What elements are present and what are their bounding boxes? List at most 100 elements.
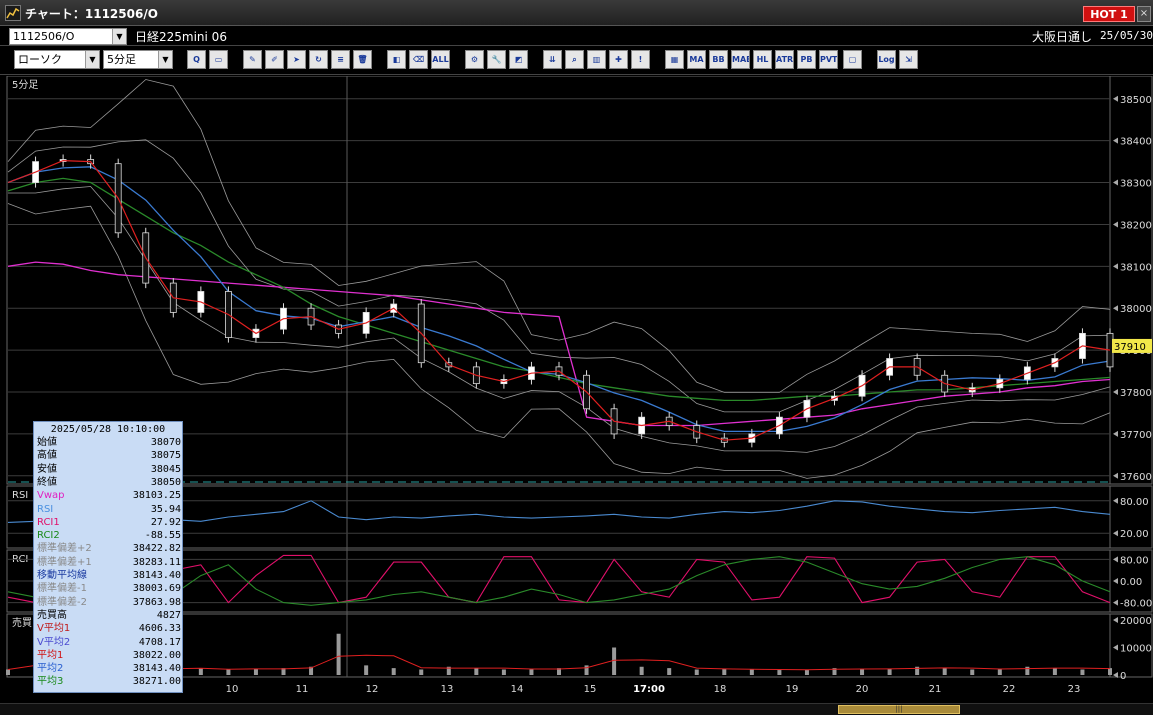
volume-bar bbox=[198, 668, 203, 675]
info-row-value: 4827 bbox=[156, 609, 181, 621]
info-row-value: 38075 bbox=[150, 450, 181, 462]
wrench-tool-button[interactable]: 🔧 bbox=[487, 50, 506, 69]
ma-tool-button[interactable]: MA bbox=[687, 50, 706, 69]
log-tool-button[interactable]: Log bbox=[877, 50, 896, 69]
search-tool-button[interactable]: ⌕ bbox=[565, 50, 584, 69]
volume-bar bbox=[639, 666, 644, 675]
settings-tool-button[interactable]: ⚙ bbox=[465, 50, 484, 69]
info-row-label: 売買高 bbox=[37, 609, 67, 621]
rci-tick-label: -80.00 bbox=[1120, 599, 1152, 610]
price-pane-label: 5分足 bbox=[12, 79, 38, 91]
gear-icon: ⚙ bbox=[470, 55, 479, 64]
app-chart-icon bbox=[5, 5, 21, 21]
window-tool-button[interactable]: ▭ bbox=[209, 50, 228, 69]
symbol-code-value: 1112506/O bbox=[13, 30, 75, 43]
close-button[interactable]: × bbox=[1137, 6, 1151, 22]
date-label: 25/05/30 bbox=[1100, 29, 1153, 42]
export-icon: ⇲ bbox=[905, 55, 912, 64]
hl-tool-button[interactable]: HL bbox=[753, 50, 772, 69]
hot-button[interactable]: HOT 1 bbox=[1083, 6, 1135, 22]
order-icon: ⇊ bbox=[549, 55, 556, 64]
time-tick-label: 17:00 bbox=[633, 684, 665, 695]
volume-bar bbox=[336, 633, 341, 675]
info-row-label: Vwap bbox=[37, 490, 65, 502]
info-row-value: 4606.33 bbox=[138, 623, 181, 635]
all-icon: ALL bbox=[432, 55, 449, 64]
delete-tool-button[interactable]: ⌫ bbox=[409, 50, 428, 69]
info-row-value: -88.55 bbox=[144, 530, 181, 542]
bb-tool-button[interactable]: BB bbox=[709, 50, 728, 69]
info-row: RCI2 -88.55 bbox=[37, 530, 181, 542]
pvt-tool-button[interactable]: PVT bbox=[819, 50, 838, 69]
info-row-label: RCI2 bbox=[37, 530, 60, 542]
mark-tool-button[interactable]: ✚ bbox=[609, 50, 628, 69]
chart-type-select[interactable]: ローソク ▼ bbox=[14, 50, 100, 69]
frame-tool-button[interactable]: ▢ bbox=[843, 50, 862, 69]
zoom-tool-button[interactable]: Q bbox=[187, 50, 206, 69]
volume-bar bbox=[1025, 666, 1030, 675]
disabled-icon: ! bbox=[638, 55, 643, 64]
grip-icon: ||| bbox=[895, 705, 903, 713]
chevron-down-icon[interactable]: ▼ bbox=[112, 29, 126, 44]
info-row-label: 高値 bbox=[37, 450, 57, 462]
hl-icon: HL bbox=[756, 55, 769, 64]
volume-bar bbox=[1080, 669, 1085, 675]
rsi-tick-label: 20.00 bbox=[1120, 529, 1149, 540]
draw-tool-button[interactable]: ✐ bbox=[265, 50, 284, 69]
chevron-down-icon[interactable]: ▼ bbox=[158, 51, 172, 68]
notes-tool-button[interactable]: ≡ bbox=[331, 50, 350, 69]
volume-bar bbox=[887, 668, 892, 675]
redo-tool-button[interactable]: ↻ bbox=[309, 50, 328, 69]
info-row: 終値 38050 bbox=[37, 477, 181, 489]
interval-value: 5分足 bbox=[107, 53, 136, 66]
info-row-label: V平均2 bbox=[37, 636, 71, 648]
info-row-value: 38022.00 bbox=[132, 649, 181, 661]
trash-tool-button[interactable]: 🗑 bbox=[353, 50, 372, 69]
redo-icon: ↻ bbox=[315, 55, 322, 64]
volume-bar bbox=[749, 669, 754, 675]
info-row: V平均1 4606.33 bbox=[37, 623, 181, 635]
info-row: RSI 35.94 bbox=[37, 504, 181, 516]
time-tick-label: 15 bbox=[584, 684, 597, 695]
interval-select[interactable]: 5分足 ▼ bbox=[103, 50, 173, 69]
time-tick-label: 12 bbox=[366, 684, 379, 695]
price-tick-label: 37700 bbox=[1120, 430, 1152, 441]
hide-tool-button[interactable]: ◧ bbox=[387, 50, 406, 69]
info-row: 安値 38045 bbox=[37, 464, 181, 476]
info-row-label: 平均1 bbox=[37, 649, 64, 661]
ma-icon: MA bbox=[689, 55, 704, 64]
chevron-down-icon[interactable]: ▼ bbox=[85, 51, 99, 68]
mae-tool-button[interactable]: MAE bbox=[731, 50, 750, 69]
atr-tool-button[interactable]: ATR bbox=[775, 50, 794, 69]
pen-tool-button[interactable]: ✎ bbox=[243, 50, 262, 69]
price-tick-label: 38500 bbox=[1120, 95, 1152, 106]
cursor-tool-button[interactable]: ➤ bbox=[287, 50, 306, 69]
disabled-tool-button[interactable]: ! bbox=[631, 50, 650, 69]
export-tool-button[interactable]: ⇲ bbox=[899, 50, 918, 69]
color-tool-button[interactable]: ◩ bbox=[509, 50, 528, 69]
info-row-value: 38271.00 bbox=[132, 676, 181, 688]
trash-icon: 🗑 bbox=[357, 55, 368, 64]
volume-bar bbox=[804, 669, 809, 675]
info-row: 売買高 4827 bbox=[37, 610, 181, 622]
horizontal-scrollbar[interactable] bbox=[0, 703, 1153, 715]
info-row-label: 平均3 bbox=[37, 676, 64, 688]
volume-bar bbox=[474, 668, 479, 675]
price-tick-label: 38000 bbox=[1120, 304, 1152, 315]
chart-tool-button[interactable]: ▥ bbox=[587, 50, 606, 69]
info-row-value: 27.92 bbox=[150, 516, 181, 528]
symbol-code-select[interactable]: 1112506/O ▼ bbox=[9, 28, 127, 45]
info-row: Vwap 38103.25 bbox=[37, 490, 181, 502]
price-tick-label: 38100 bbox=[1120, 262, 1152, 273]
time-tick-label: 22 bbox=[1003, 684, 1016, 695]
pb-tool-button[interactable]: PB bbox=[797, 50, 816, 69]
info-row-label: 標準偏差-2 bbox=[37, 596, 87, 608]
info-row: 標準偏差-2 37863.98 bbox=[37, 597, 181, 609]
volume-bar bbox=[1108, 668, 1112, 675]
volume-tool-button[interactable]: ▦ bbox=[665, 50, 684, 69]
order-tool-button[interactable]: ⇊ bbox=[543, 50, 562, 69]
draw-icon: ✐ bbox=[271, 55, 278, 64]
all-tool-button[interactable]: ALL bbox=[431, 50, 450, 69]
volume-pane-label: 売買 bbox=[12, 616, 32, 629]
info-row-label: 始値 bbox=[37, 437, 57, 448]
